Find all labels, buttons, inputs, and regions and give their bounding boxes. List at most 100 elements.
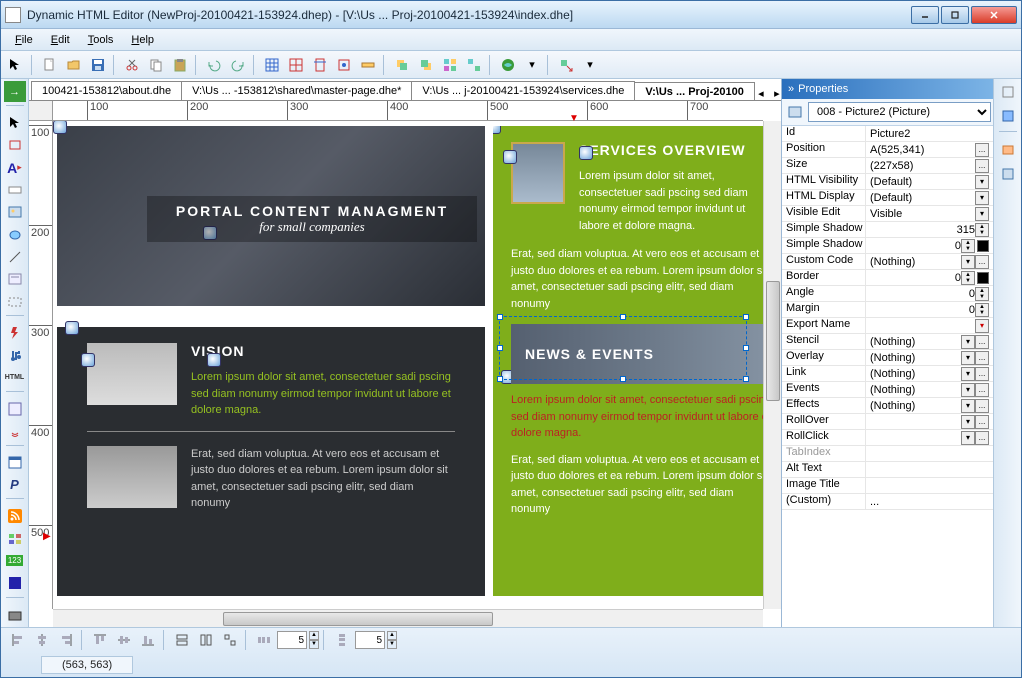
spin-up[interactable]: ▲ (387, 631, 397, 640)
panel-toggle-1[interactable] (997, 81, 1019, 103)
property-value[interactable]: ▾... (866, 430, 993, 445)
ellipsis-button[interactable]: ... (975, 255, 989, 269)
dropdown-button[interactable]: ▾ (961, 399, 975, 413)
ungroup-button[interactable] (463, 54, 485, 76)
expand-icon[interactable]: » (788, 83, 794, 95)
ellipsis-button[interactable]: ... (975, 383, 989, 397)
spinner[interactable]: ▲▼ (961, 239, 975, 253)
property-value[interactable]: 0▲▼ (866, 238, 993, 253)
property-value[interactable]: (Nothing)▾... (866, 350, 993, 365)
scrollbar-horizontal[interactable] (53, 609, 763, 627)
property-value[interactable]: 315▲▼ (866, 222, 993, 237)
rect-tool[interactable] (4, 135, 26, 156)
property-grid[interactable]: IdPicture2PositionA(525,341)...Size(227x… (782, 126, 993, 627)
script-tool[interactable] (4, 398, 26, 419)
open-button[interactable] (63, 54, 85, 76)
dropdown-button[interactable]: ▾ (975, 191, 989, 205)
property-row[interactable]: RollClick▾... (782, 430, 993, 446)
spin-down[interactable]: ▼ (387, 640, 397, 649)
audio-tool[interactable] (4, 345, 26, 366)
property-value[interactable]: 0▲▼ (866, 270, 993, 285)
new-button[interactable] (39, 54, 61, 76)
property-value[interactable]: (Nothing)▾... (866, 398, 993, 413)
property-row[interactable]: Image Title (782, 478, 993, 494)
property-row[interactable]: (Custom)... (782, 494, 993, 510)
property-value[interactable]: (Nothing)▾... (866, 334, 993, 349)
spinner[interactable]: ▲▼ (975, 287, 989, 301)
property-row[interactable]: Alt Text (782, 462, 993, 478)
services-panel[interactable]: SERVICES OVERVIEW Lorem ipsum dolor sit … (493, 126, 781, 596)
calendar-tool[interactable] (4, 452, 26, 473)
dist-v-button[interactable] (331, 629, 353, 651)
dropdown-button[interactable]: ▾ (975, 319, 989, 333)
property-value[interactable]: (Default)▾ (866, 174, 993, 189)
property-value[interactable]: Visible▾ (866, 206, 993, 221)
color-swatch[interactable] (977, 272, 989, 284)
property-row[interactable]: Margin0▲▼ (782, 302, 993, 318)
align-center-v-button[interactable] (113, 629, 135, 651)
property-value[interactable] (866, 462, 993, 477)
color-tool[interactable] (4, 604, 26, 625)
undo-button[interactable] (203, 54, 225, 76)
menu-help[interactable]: Help (123, 32, 162, 48)
property-value[interactable]: ▾ (866, 318, 993, 333)
anchor-pin-icon[interactable] (81, 353, 95, 367)
property-row[interactable]: HTML Visibility(Default)▾ (782, 174, 993, 190)
design-canvas[interactable]: PORTAL CONTENT MANAGMENT for small compa… (53, 121, 781, 627)
java-tool[interactable] (4, 421, 26, 442)
color-swatch[interactable] (977, 240, 989, 252)
anchor-pin-icon[interactable] (493, 126, 501, 134)
ellipsis-button[interactable]: ... (975, 351, 989, 365)
dropdown-button[interactable]: ▾ (961, 255, 975, 269)
layer-front-button[interactable] (391, 54, 413, 76)
scrollbar-vertical[interactable] (763, 121, 781, 609)
spinner[interactable]: ▲▼ (975, 303, 989, 317)
property-row[interactable]: Border0▲▼ (782, 270, 993, 286)
anchor-pin-icon[interactable] (207, 353, 221, 367)
vision-panel[interactable]: VISION Lorem ipsum dolor sit amet, conse… (57, 327, 485, 596)
layer-back-button[interactable] (415, 54, 437, 76)
property-row[interactable]: Visible EditVisible▾ (782, 206, 993, 222)
dropdown-button[interactable]: ▾ (975, 207, 989, 221)
property-row[interactable]: Simple Shadow315▲▼ (782, 222, 993, 238)
tab-scroll-right[interactable]: ▸ (770, 86, 781, 100)
ellipsis-button[interactable]: ... (975, 143, 989, 157)
property-value[interactable]: A(525,341)... (866, 142, 993, 157)
chevron-down-icon[interactable]: ▾ (521, 54, 543, 76)
ruler-marker-h[interactable]: ▼ (569, 113, 579, 124)
copy-button[interactable] (145, 54, 167, 76)
same-size-button[interactable] (219, 629, 241, 651)
ellipsis-button[interactable]: ... (975, 415, 989, 429)
property-row[interactable]: Stencil(Nothing)▾... (782, 334, 993, 350)
tab-scroll-left[interactable]: ◂ (754, 86, 768, 100)
property-row[interactable]: RollOver▾... (782, 414, 993, 430)
align-left-button[interactable] (7, 629, 29, 651)
dropdown-button[interactable]: ▾ (961, 367, 975, 381)
anchor-pin-icon[interactable] (65, 321, 79, 335)
menu-file[interactable]: File (7, 32, 41, 48)
shape-tool[interactable] (4, 224, 26, 245)
dropdown-button[interactable]: ▾ (961, 431, 975, 445)
cut-button[interactable] (121, 54, 143, 76)
spinner[interactable]: ▲▼ (975, 223, 989, 237)
image-tool[interactable] (4, 202, 26, 223)
property-row[interactable]: IdPicture2 (782, 126, 993, 142)
tab-services[interactable]: V:\Us ... j-20100421-153924\services.dhe (411, 81, 635, 100)
property-value[interactable]: Picture2 (866, 126, 993, 141)
property-value[interactable] (866, 446, 993, 461)
property-row[interactable]: Effects(Nothing)▾... (782, 398, 993, 414)
dropdown-button[interactable]: ▾ (961, 351, 975, 365)
property-value[interactable]: (Default)▾ (866, 190, 993, 205)
align-right-button[interactable] (55, 629, 77, 651)
label-tool[interactable] (4, 179, 26, 200)
minimize-button[interactable] (911, 6, 939, 24)
hero-banner[interactable]: PORTAL CONTENT MANAGMENT for small compa… (57, 126, 485, 306)
same-width-button[interactable] (171, 629, 193, 651)
align-bottom-button[interactable] (137, 629, 159, 651)
vision-thumb-2[interactable] (87, 446, 177, 508)
group-button[interactable] (439, 54, 461, 76)
dist-h-button[interactable] (253, 629, 275, 651)
container-tool[interactable] (4, 291, 26, 312)
select-tool[interactable] (4, 112, 26, 133)
dropdown-button[interactable]: ▾ (961, 415, 975, 429)
